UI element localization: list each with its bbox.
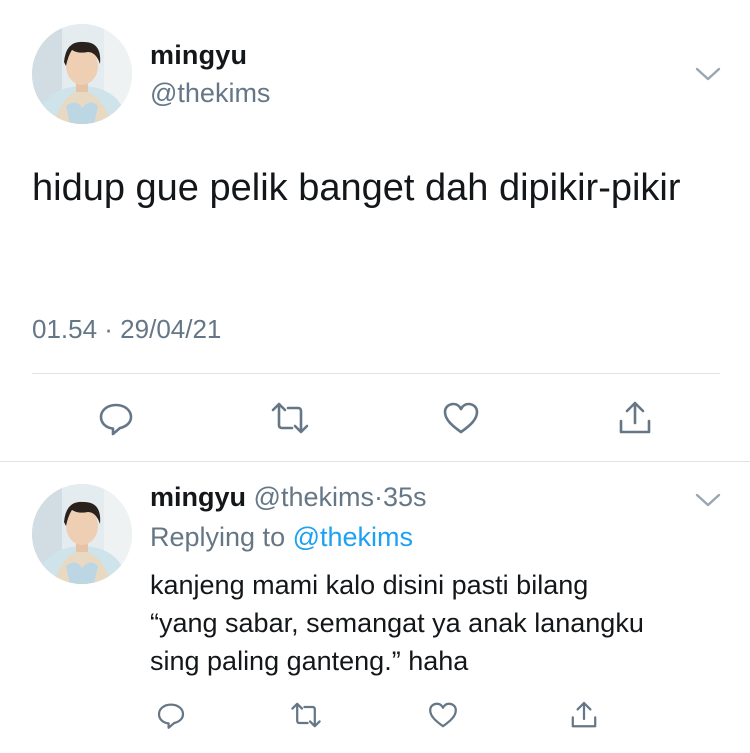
chevron-down-icon[interactable]: [694, 62, 722, 86]
replying-to: Replying to @thekims: [150, 522, 413, 553]
author-name[interactable]: mingyu: [150, 482, 246, 512]
replying-to-link[interactable]: @thekims: [293, 522, 413, 552]
tweet-text-line: sing paling ganteng.” haha: [150, 646, 469, 676]
author-handle[interactable]: @thekims: [150, 78, 270, 109]
reply-icon[interactable]: [153, 697, 189, 733]
like-icon[interactable]: [425, 697, 461, 733]
divider: [32, 373, 720, 374]
tweet-text: kanjeng mami kalo disini pasti bilang “y…: [150, 566, 730, 680]
tweet-time[interactable]: 35s: [383, 482, 427, 512]
share-icon[interactable]: [566, 697, 602, 733]
replying-prefix: Replying to: [150, 522, 286, 552]
author-name[interactable]: mingyu: [150, 40, 247, 71]
avatar[interactable]: [32, 484, 132, 584]
retweet-icon[interactable]: [288, 697, 324, 733]
chevron-down-icon[interactable]: [694, 488, 722, 512]
tweet-text-line: “yang sabar, semangat ya anak lanangku: [150, 608, 644, 638]
tweet-text: hidup gue pelik banget dah dipikir-pikir: [32, 167, 681, 209]
tweet-timestamp[interactable]: 01.54 · 29/04/21: [32, 314, 221, 345]
avatar-photo: [32, 24, 132, 124]
share-icon[interactable]: [613, 396, 657, 440]
avatar-photo: [32, 484, 132, 584]
avatar[interactable]: [32, 24, 132, 124]
reply-icon[interactable]: [94, 396, 138, 440]
main-tweet: mingyu @thekims hidup gue pelik banget d…: [0, 0, 750, 462]
author-handle[interactable]: @thekims: [254, 482, 374, 512]
reply-header: mingyu @thekims·35s: [150, 482, 427, 513]
tweet-text-line: kanjeng mami kalo disini pasti bilang: [150, 570, 589, 600]
retweet-icon[interactable]: [268, 396, 312, 440]
like-icon[interactable]: [439, 396, 483, 440]
divider: [0, 461, 750, 462]
separator-dot: ·: [373, 482, 383, 512]
